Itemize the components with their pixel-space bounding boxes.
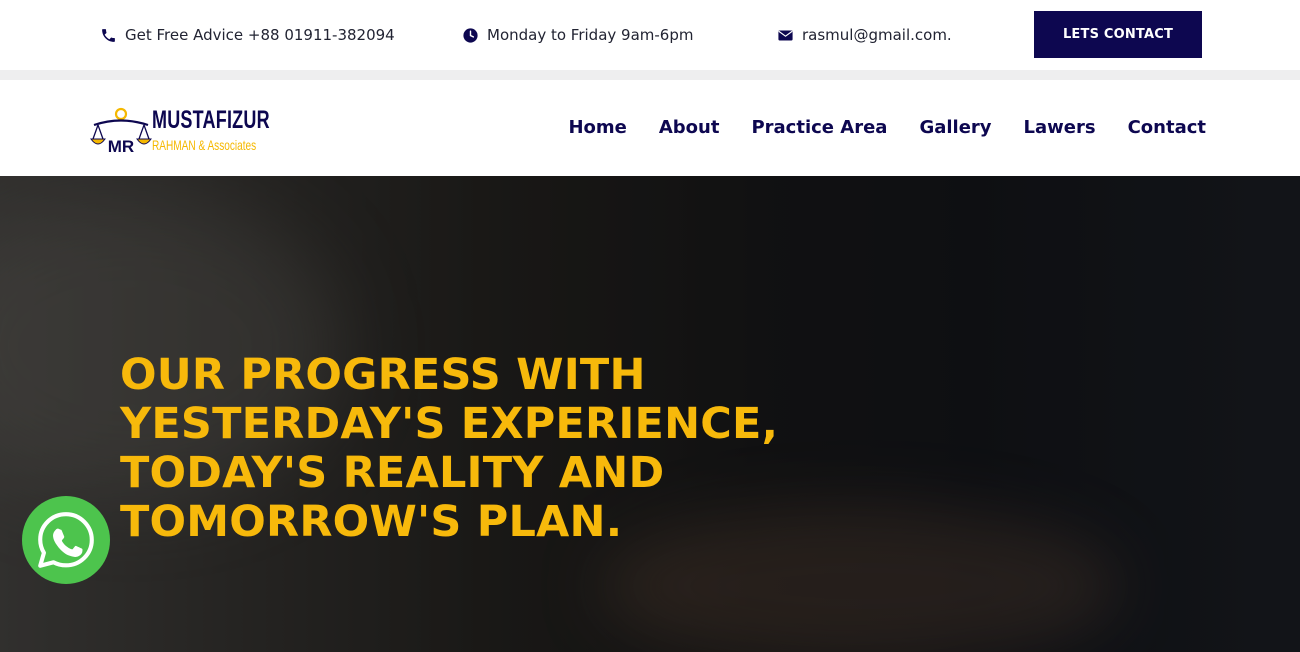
logo-monogram: MR <box>108 137 134 155</box>
nav-item-gallery[interactable]: Gallery <box>919 117 991 138</box>
phone-text: Get Free Advice +88 01911-382094 <box>125 26 395 44</box>
nav-item-contact[interactable]: Contact <box>1128 117 1206 138</box>
nav-menu: Home About Practice Area Gallery Lawers … <box>536 117 1206 138</box>
whatsapp-chat-button[interactable] <box>22 496 110 584</box>
nav-item-about[interactable]: About <box>659 117 720 138</box>
phone-info[interactable]: Get Free Advice +88 01911-382094 <box>100 23 395 47</box>
nav-item-lawers[interactable]: Lawers <box>1024 117 1096 138</box>
main-navbar: MR MUSTAFIZUR RAHMAN & Associates Home A… <box>0 80 1300 176</box>
email-text: rasmul@gmail.com. <box>802 26 952 44</box>
lets-contact-button[interactable]: LETS CONTACT <box>1034 11 1202 58</box>
phone-icon <box>100 27 117 44</box>
top-info-bar: Get Free Advice +88 01911-382094 Monday … <box>0 0 1300 70</box>
hero-banner: OUR PROGRESS WITH YESTERDAY'S EXPERIENCE… <box>0 176 1300 652</box>
logo-subtitle: RAHMAN & Associates <box>152 137 257 153</box>
site-logo[interactable]: MR MUSTAFIZUR RAHMAN & Associates <box>90 105 272 155</box>
nav-item-practice-area[interactable]: Practice Area <box>751 117 887 138</box>
whatsapp-icon <box>38 512 94 568</box>
hero-title: OUR PROGRESS WITH YESTERDAY'S EXPERIENCE… <box>120 350 779 547</box>
clock-icon <box>462 27 479 44</box>
hours-info: Monday to Friday 9am-6pm <box>462 23 693 47</box>
email-info[interactable]: rasmul@gmail.com. <box>777 23 952 47</box>
logo-name: MUSTAFIZUR <box>152 106 270 134</box>
hours-text: Monday to Friday 9am-6pm <box>487 26 694 44</box>
scales-of-justice-icon: MR <box>90 107 152 155</box>
nav-item-home[interactable]: Home <box>568 117 626 138</box>
header-divider <box>0 70 1300 80</box>
envelope-icon <box>777 27 794 44</box>
